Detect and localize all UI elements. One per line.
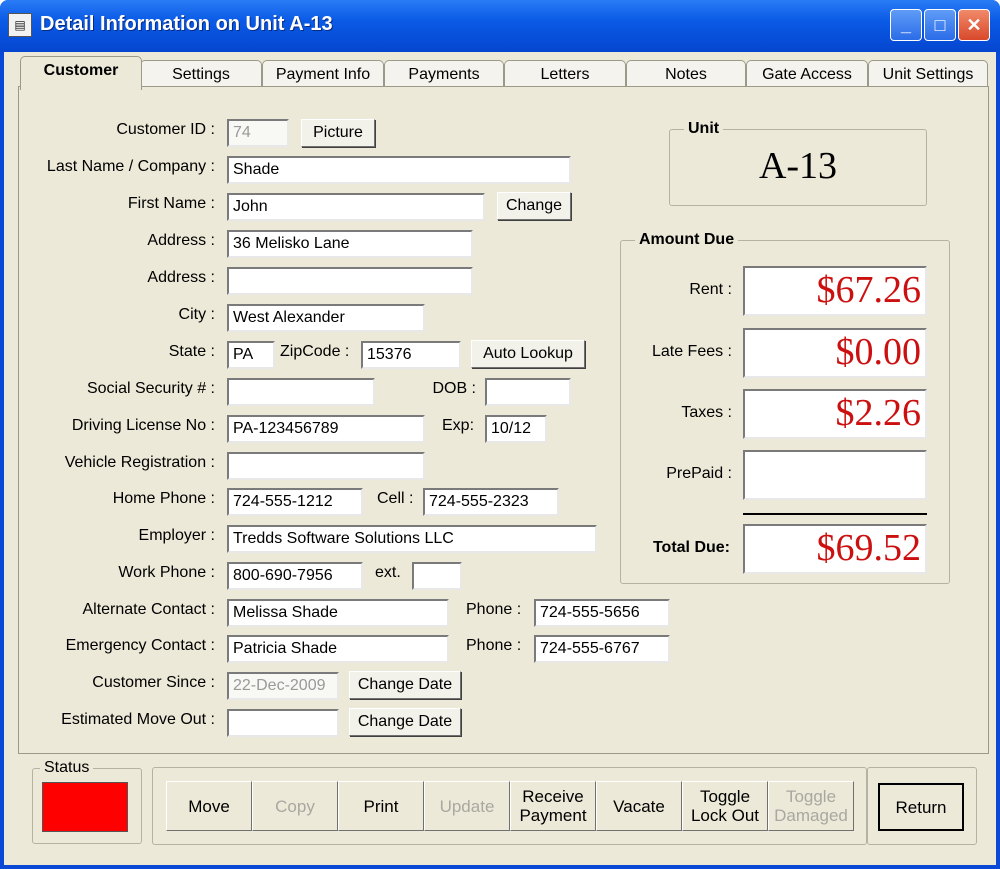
- picture-button[interactable]: Picture: [301, 119, 375, 147]
- first-name-field[interactable]: John: [227, 193, 485, 221]
- cell-label: Cell :: [377, 490, 414, 507]
- change-move-out-button[interactable]: Change Date: [349, 708, 461, 736]
- total-due-label: Total Due:: [652, 539, 730, 556]
- change-name-button[interactable]: Change: [497, 192, 571, 220]
- zip-field[interactable]: 15376: [361, 341, 461, 369]
- move-out-label: Estimated Move Out :: [61, 711, 215, 728]
- auto-lookup-button[interactable]: Auto Lookup: [471, 340, 585, 368]
- emergency-phone-label: Phone :: [466, 637, 522, 654]
- ext-label: ext.: [375, 564, 401, 581]
- emergency-phone-field[interactable]: 724-555-6767: [534, 635, 670, 663]
- emergency-contact-label: Emergency Contact :: [65, 637, 215, 654]
- home-phone-field[interactable]: 724-555-1212: [227, 488, 363, 516]
- cell-field[interactable]: 724-555-2323: [423, 488, 559, 516]
- late-fees-label: Late Fees :: [651, 343, 732, 360]
- state-field[interactable]: PA: [227, 341, 275, 369]
- rent-amount: $67.26: [743, 266, 927, 316]
- print-button[interactable]: Print: [338, 781, 424, 831]
- status-indicator: [42, 782, 128, 832]
- alt-contact-field[interactable]: Melissa Shade: [227, 599, 449, 627]
- move-button[interactable]: Move: [166, 781, 252, 831]
- license-field[interactable]: PA-123456789: [227, 415, 425, 443]
- ssn-field[interactable]: [227, 378, 375, 406]
- rent-label: Rent :: [689, 281, 732, 298]
- app-icon: ▤: [8, 13, 32, 37]
- prepaid-label: PrePaid :: [666, 465, 732, 482]
- work-phone-field[interactable]: 800-690-7956: [227, 562, 363, 590]
- maximize-icon[interactable]: □: [924, 9, 956, 41]
- total-due-amount: $69.52: [743, 524, 927, 574]
- customer-id-label: Customer ID :: [116, 121, 215, 138]
- address2-field[interactable]: [227, 267, 473, 295]
- first-name-label: First Name :: [127, 195, 215, 212]
- customer-id-field[interactable]: 74: [227, 119, 289, 147]
- work-phone-label: Work Phone :: [118, 564, 215, 581]
- home-phone-label: Home Phone :: [112, 490, 215, 507]
- customer-since-label: Customer Since :: [92, 674, 215, 691]
- alt-phone-label: Phone :: [466, 601, 522, 618]
- vacate-button[interactable]: Vacate: [596, 781, 682, 831]
- toggle-lock-out-button[interactable]: Toggle Lock Out: [682, 781, 768, 831]
- late-fees-amount: $0.00: [743, 328, 927, 378]
- copy-button[interactable]: Copy: [252, 781, 338, 831]
- unit-group-title: Unit: [684, 120, 724, 138]
- minimize-icon[interactable]: _: [890, 9, 922, 41]
- license-label: Driving License No :: [71, 417, 215, 434]
- return-button[interactable]: Return: [878, 783, 964, 831]
- dob-label: DOB :: [432, 380, 476, 397]
- vehicle-field[interactable]: [227, 452, 425, 480]
- receive-payment-button[interactable]: Receive Payment: [510, 781, 596, 831]
- move-out-field[interactable]: [227, 709, 339, 737]
- alt-contact-label: Alternate Contact :: [82, 601, 215, 618]
- address1-field[interactable]: 36 Melisko Lane: [227, 230, 473, 258]
- emergency-contact-field[interactable]: Patricia Shade: [227, 635, 449, 663]
- city-field[interactable]: West Alexander: [227, 304, 425, 332]
- exp-field[interactable]: 10/12: [485, 415, 547, 443]
- state-label: State :: [168, 343, 215, 360]
- employer-field[interactable]: Tredds Software Solutions LLC: [227, 525, 597, 553]
- ext-field[interactable]: [412, 562, 462, 590]
- dob-field[interactable]: [485, 378, 571, 406]
- zip-label: ZipCode :: [280, 343, 350, 360]
- address2-label: Address :: [147, 269, 215, 286]
- update-button[interactable]: Update: [424, 781, 510, 831]
- taxes-label: Taxes :: [681, 404, 732, 421]
- taxes-amount: $2.26: [743, 389, 927, 439]
- unit-number: A-13: [758, 145, 838, 187]
- exp-label: Exp:: [442, 417, 475, 434]
- employer-label: Employer :: [138, 527, 215, 544]
- customer-since-field[interactable]: 22-Dec-2009: [227, 672, 339, 700]
- vehicle-label: Vehicle Registration :: [64, 454, 215, 471]
- total-divider: [743, 513, 927, 515]
- alt-phone-field[interactable]: 724-555-5656: [534, 599, 670, 627]
- last-name-label: Last Name / Company :: [46, 158, 215, 175]
- tab-customer[interactable]: Customer: [20, 56, 142, 90]
- status-title: Status: [40, 759, 94, 777]
- amount-due-title: Amount Due: [635, 231, 739, 249]
- close-icon[interactable]: ✕: [958, 9, 990, 41]
- city-label: City :: [178, 306, 215, 323]
- change-since-date-button[interactable]: Change Date: [349, 671, 461, 699]
- last-name-field[interactable]: Shade: [227, 156, 571, 184]
- ssn-label: Social Security # :: [86, 380, 215, 397]
- address1-label: Address :: [147, 232, 215, 249]
- prepaid-amount: [743, 450, 927, 500]
- toggle-damaged-button[interactable]: Toggle Damaged: [768, 781, 854, 831]
- window-title: Detail Information on Unit A-13: [40, 13, 333, 35]
